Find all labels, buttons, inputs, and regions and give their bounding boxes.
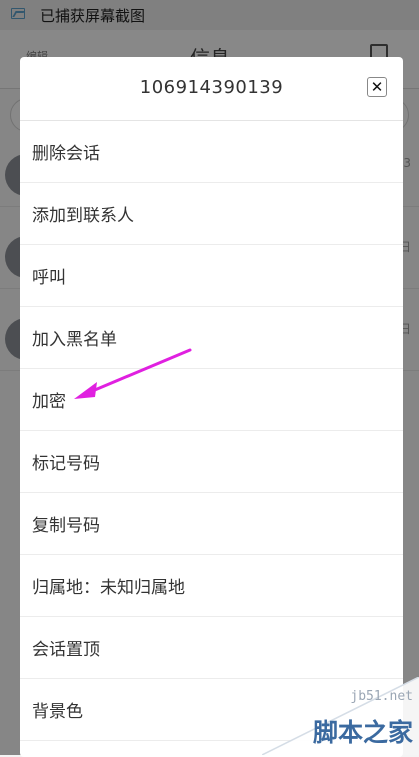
menu-item-pin-conversation[interactable]: 会话置顶	[20, 617, 403, 679]
menu-item-add-to-blacklist[interactable]: 加入黑名单	[20, 307, 403, 369]
menu-item-background-color[interactable]: 背景色	[20, 679, 403, 741]
menu-item-add-to-contacts[interactable]: 添加到联系人	[20, 183, 403, 245]
dialog-title: 106914390139	[139, 77, 284, 98]
options-menu: 删除会话 添加到联系人 呼叫 加入黑名单 加密 标记号码 复制号码 归属地：未知…	[20, 121, 403, 741]
menu-item-encrypt[interactable]: 加密	[20, 369, 403, 431]
menu-item-delete-conversation[interactable]: 删除会话	[20, 121, 403, 183]
close-icon: ✕	[370, 77, 384, 96]
menu-item-call[interactable]: 呼叫	[20, 245, 403, 307]
menu-item-location[interactable]: 归属地：未知归属地	[20, 555, 403, 617]
menu-item-mark-number[interactable]: 标记号码	[20, 431, 403, 493]
conversation-options-dialog: 106914390139 ✕ 删除会话 添加到联系人 呼叫 加入黑名单 加密 标…	[20, 57, 403, 757]
close-button[interactable]: ✕	[367, 77, 387, 97]
menu-item-copy-number[interactable]: 复制号码	[20, 493, 403, 555]
dialog-header: 106914390139 ✕	[20, 57, 403, 121]
